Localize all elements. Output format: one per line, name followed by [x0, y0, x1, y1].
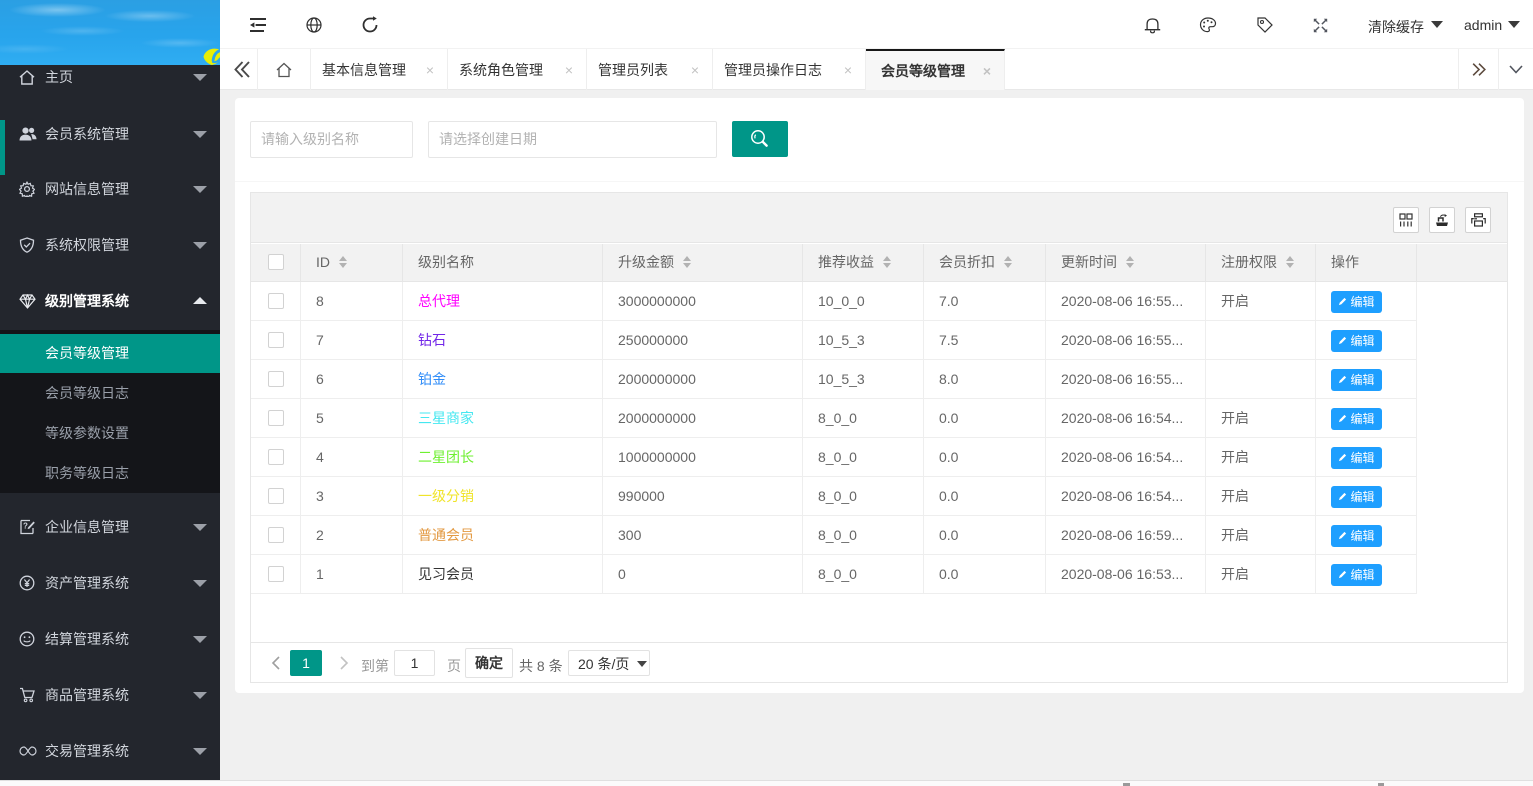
svg-text:?: ? — [23, 522, 28, 531]
